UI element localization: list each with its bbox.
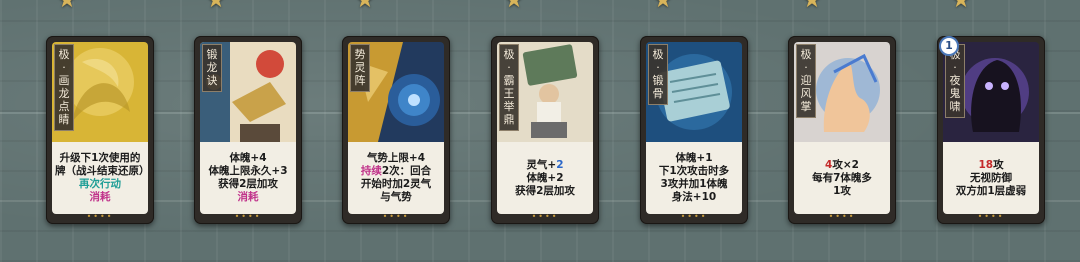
card-description: 气势上限+4 持续2次：回合 开始时加2灵气 与气势 bbox=[348, 142, 444, 214]
card-name: 极 · 霸王举鼎 bbox=[499, 44, 519, 131]
card-level-dots: •••• bbox=[680, 212, 708, 221]
card-level-dots: •••• bbox=[531, 212, 559, 221]
card-yingfengzhang[interactable]: 极 · 迎风掌 4攻×2 每有7体魄多 1攻 •••• bbox=[788, 36, 896, 224]
card-description: 体魄+4 体魄上限永久+3 获得2层加攻 消耗 bbox=[200, 142, 296, 214]
card-name: 极 · 画龙点睛 bbox=[54, 44, 74, 131]
card-name: 锻龙诀 bbox=[202, 44, 222, 92]
card-name: 势灵阵 bbox=[350, 44, 370, 92]
card-yeguixiao[interactable]: 1 极 · 夜鬼啸 18攻 无视防御 双方加1层虚弱 •••• bbox=[937, 36, 1045, 224]
card-hualongdianjing[interactable]: 极 · 画龙点睛 升级下1次使用的牌（战斗结束还原） 再次行动 消耗 •••• bbox=[46, 36, 154, 224]
card-description: 18攻 无视防御 双方加1层虚弱 bbox=[943, 142, 1039, 214]
card-level-dots: •••• bbox=[828, 212, 856, 221]
card-duangu[interactable]: 极 · 锻骨 体魄+1 下1次攻击时多 3攻并加1体魄 身法+10 •••• bbox=[640, 36, 748, 224]
star-icon: ★ bbox=[951, 0, 971, 13]
star-icon: ★ bbox=[802, 0, 822, 13]
card-duanlongjue[interactable]: 锻龙诀 体魄+4 体魄上限永久+3 获得2层加攻 消耗 •••• bbox=[194, 36, 302, 224]
star-icon: ★ bbox=[206, 0, 226, 13]
card-description: 4攻×2 每有7体魄多 1攻 bbox=[794, 142, 890, 214]
card-level-dots: •••• bbox=[86, 212, 114, 221]
card-bawangjuding[interactable]: 极 · 霸王举鼎 灵气+2 体魄+2 获得2层加攻 •••• bbox=[491, 36, 599, 224]
card-level-dots: •••• bbox=[382, 212, 410, 221]
star-icon: ★ bbox=[504, 0, 524, 13]
card-level-dots: •••• bbox=[977, 212, 1005, 221]
star-icon: ★ bbox=[653, 0, 673, 13]
star-icon: ★ bbox=[355, 0, 375, 13]
card-description: 体魄+1 下1次攻击时多 3攻并加1体魄 身法+10 bbox=[646, 142, 742, 214]
upgrade-count-badge: 1 bbox=[939, 36, 959, 56]
card-level-dots: •••• bbox=[234, 212, 262, 221]
card-description: 升级下1次使用的牌（战斗结束还原） 再次行动 消耗 bbox=[52, 142, 150, 214]
star-icon: ★ bbox=[57, 0, 77, 13]
card-shilingzhen[interactable]: 势灵阵 气势上限+4 持续2次：回合 开始时加2灵气 与气势 •••• bbox=[342, 36, 450, 224]
card-name: 极 · 锻骨 bbox=[648, 44, 668, 105]
card-name: 极 · 迎风掌 bbox=[796, 44, 816, 118]
card-description: 灵气+2 体魄+2 获得2层加攻 bbox=[497, 142, 593, 214]
